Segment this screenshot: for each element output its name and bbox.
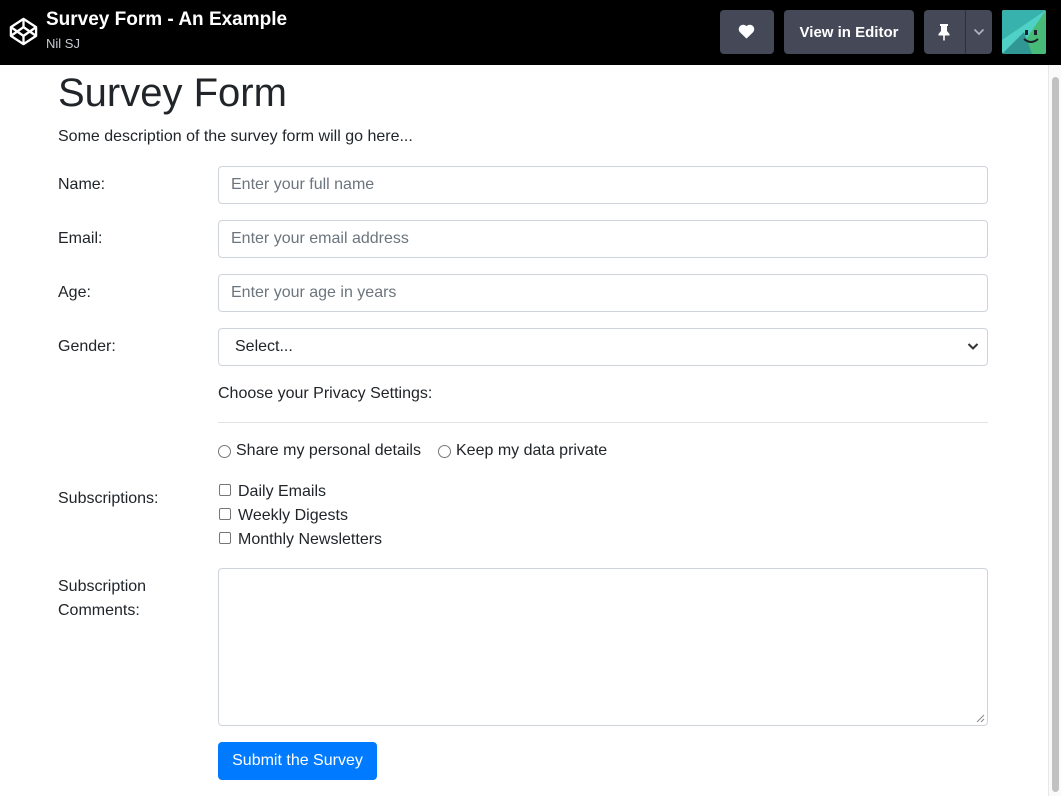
name-label: Name:	[58, 176, 106, 193]
age-label: Age:	[58, 284, 91, 301]
top-bar: Survey Form - An Example Nil SJ View in …	[0, 0, 1061, 65]
scrollbar-thumb[interactable]	[1052, 77, 1059, 792]
pin-dropdown-button[interactable]	[966, 10, 992, 54]
subscriptions-label: Subscriptions:	[58, 490, 159, 507]
daily-emails-label[interactable]: Daily Emails	[238, 483, 326, 501]
submit-button[interactable]: Submit the Survey	[218, 742, 377, 780]
gender-select[interactable]: Select...	[218, 328, 988, 366]
codepen-logo-icon[interactable]	[8, 16, 39, 47]
age-input[interactable]	[218, 274, 988, 312]
comments-textarea[interactable]	[218, 568, 988, 726]
daily-emails-checkbox[interactable]	[219, 484, 231, 496]
keep-private-label[interactable]: Keep my data private	[456, 442, 607, 460]
keep-private-radio[interactable]	[438, 445, 451, 458]
avatar-icon	[1002, 10, 1046, 54]
heart-button[interactable]	[720, 10, 774, 54]
form-description: Some description of the survey form will…	[58, 128, 413, 145]
page-title: Survey Form	[58, 71, 287, 115]
pin-icon	[938, 24, 950, 41]
weekly-digests-label[interactable]: Weekly Digests	[238, 507, 348, 525]
resize-handle-icon[interactable]	[976, 714, 985, 723]
share-details-radio[interactable]	[218, 445, 231, 458]
pin-button[interactable]	[924, 10, 965, 54]
user-avatar[interactable]	[1002, 10, 1046, 54]
pin-button-group	[924, 10, 992, 54]
pen-title[interactable]: Survey Form - An Example	[46, 9, 287, 31]
pen-author[interactable]: Nil SJ	[46, 36, 80, 51]
vertical-scrollbar[interactable]	[1048, 65, 1061, 796]
survey-preview: Survey Form Some description of the surv…	[0, 65, 1048, 796]
comments-label-line1: Subscription	[58, 578, 147, 595]
monthly-newsletters-checkbox[interactable]	[219, 532, 231, 544]
email-input[interactable]	[218, 220, 988, 258]
privacy-heading: Choose your Privacy Settings:	[218, 385, 433, 402]
share-details-label[interactable]: Share my personal details	[236, 442, 421, 460]
chevron-down-icon	[967, 343, 979, 350]
divider	[218, 422, 988, 423]
chevron-down-icon	[973, 28, 985, 36]
monthly-newsletters-label[interactable]: Monthly Newsletters	[238, 531, 382, 549]
comments-label-line2: Comments:	[58, 602, 140, 619]
heart-icon	[738, 24, 755, 39]
email-label: Email:	[58, 230, 103, 247]
view-in-editor-button[interactable]: View in Editor	[784, 10, 914, 54]
weekly-digests-checkbox[interactable]	[219, 508, 231, 520]
gender-label: Gender:	[58, 338, 116, 355]
gender-selected-value: Select...	[235, 338, 293, 355]
name-input[interactable]	[218, 166, 988, 204]
